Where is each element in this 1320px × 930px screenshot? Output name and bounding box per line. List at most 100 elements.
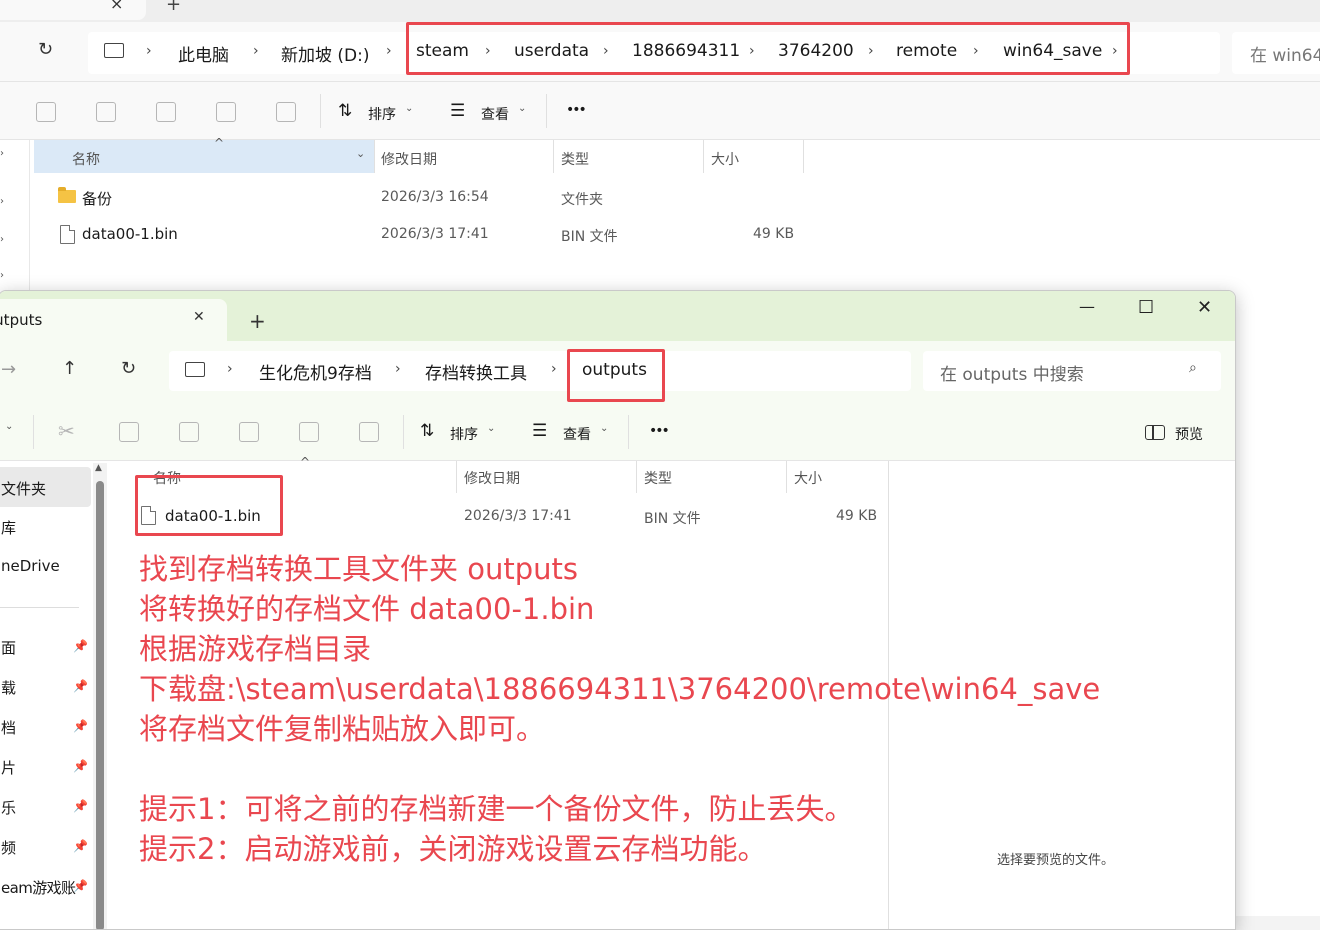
breadcrumb-re9-saves[interactable]: 生化危机9存档: [259, 359, 372, 384]
front-tab-outputs[interactable]: outputs ✕: [0, 299, 227, 341]
share-icon[interactable]: [216, 102, 236, 122]
file-row-backup-folder[interactable]: 备份 2026/3/3 16:54 文件夹: [34, 180, 814, 214]
sort-icon: ⇅: [338, 101, 353, 121]
sort-button[interactable]: ⇅ 排序 ⌄: [420, 420, 510, 444]
sidebar-item-desktop[interactable]: 面 📌: [0, 629, 91, 665]
expand-arrow-icon[interactable]: ›: [0, 270, 4, 281]
sidebar-item-downloads[interactable]: 载 📌: [0, 669, 91, 705]
expand-arrow-icon[interactable]: ›: [0, 234, 4, 245]
paste-icon[interactable]: [96, 102, 116, 122]
sidebar-item-videos[interactable]: 频 📌: [0, 829, 91, 865]
size-column-header[interactable]: 大小: [794, 468, 822, 488]
sidebar-divider: [0, 607, 79, 608]
sidebar-item-library[interactable]: 库: [0, 509, 91, 545]
sidebar-item-music[interactable]: 乐 📌: [0, 789, 91, 825]
preview-pane-button[interactable]: 预览: [1145, 420, 1215, 444]
breadcrumb-converter-tool[interactable]: 存档转换工具: [425, 359, 527, 384]
sort-label: 排序: [368, 107, 396, 123]
refresh-icon[interactable]: ↻: [121, 358, 136, 379]
view-label: 查看: [563, 427, 591, 443]
delete-icon[interactable]: [276, 102, 296, 122]
sort-ascending-icon: ^: [300, 455, 311, 469]
new-tab-icon[interactable]: +: [249, 309, 266, 333]
scroll-up-icon[interactable]: ▲: [95, 463, 102, 473]
sort-button[interactable]: ⇅ 排序 ⌄: [338, 100, 428, 124]
up-icon[interactable]: ↑: [62, 358, 77, 379]
preview-label: 预览: [1175, 427, 1203, 443]
refresh-icon[interactable]: ↻: [38, 39, 53, 60]
chevron-right-icon: ›: [395, 361, 401, 377]
file-icon: [60, 225, 75, 244]
column-divider: [553, 140, 554, 173]
cut-icon[interactable]: ✂: [58, 419, 75, 443]
copy-icon[interactable]: [36, 102, 56, 122]
sidebar-item-label: 档: [1, 719, 17, 737]
copy-icon[interactable]: [119, 422, 139, 442]
sidebar-item-documents[interactable]: 档 📌: [0, 709, 91, 745]
rename-icon[interactable]: [156, 102, 176, 122]
instruction-line: 下载盘:\steam\userdata\1886694311\3764200\r…: [139, 672, 1101, 706]
breadcrumb-this-pc[interactable]: 此电脑: [178, 41, 229, 66]
file-name: data00-1.bin: [82, 225, 178, 243]
front-address-bar[interactable]: › 生化危机9存档 › 存档转换工具 › outputs: [169, 351, 911, 391]
chevron-down-icon[interactable]: ⌄: [5, 421, 13, 432]
maximize-icon[interactable]: ☐: [1138, 297, 1154, 318]
sidebar-item-label: 面: [1, 639, 17, 657]
chevron-down-icon[interactable]: ⌄: [356, 147, 365, 160]
view-button[interactable]: ☰ 查看 ⌄: [450, 100, 540, 124]
instruction-line: 找到存档转换工具文件夹 outputs: [139, 552, 578, 586]
scrollbar-thumb[interactable]: [96, 481, 104, 929]
view-icon: ☰: [532, 421, 548, 441]
computer-icon: [104, 43, 124, 58]
share-icon[interactable]: [299, 422, 319, 442]
back-search-box[interactable]: 在 win64: [1232, 32, 1320, 74]
minimize-icon[interactable]: —: [1079, 297, 1095, 316]
sidebar-item-steam-account[interactable]: eam游戏账 📌: [0, 869, 91, 905]
expand-arrow-icon[interactable]: ›: [0, 148, 4, 159]
breadcrumb-drive-d[interactable]: 新加坡 (D:): [281, 41, 370, 66]
back-tab-close-icon[interactable]: ×: [110, 0, 123, 13]
size-column-header[interactable]: 大小: [711, 149, 739, 169]
forward-icon[interactable]: →: [1, 359, 16, 380]
sort-ascending-icon: ^: [214, 136, 225, 150]
toolbar-divider: [33, 415, 34, 449]
modified-column-header[interactable]: 修改日期: [381, 149, 437, 169]
navigation-pane: 文件夹 库 neDrive 面 📌 载 📌 档 📌 片 📌 乐 📌 频 📌 ea…: [0, 461, 91, 929]
paste-icon[interactable]: [179, 422, 199, 442]
front-explorer-window: outputs ✕ + — ☐ ✕ → ↑ ↻ › 生化危机9存档 › 存档转换…: [0, 290, 1236, 930]
tab-close-icon[interactable]: ✕: [193, 309, 205, 325]
file-highlight-box: [135, 475, 283, 536]
instruction-spacer: [139, 749, 1119, 789]
view-button[interactable]: ☰ 查看 ⌄: [532, 420, 622, 444]
search-icon[interactable]: ⌕: [1189, 360, 1197, 376]
instruction-line: 根据游戏存档目录: [139, 632, 372, 666]
navigation-scrollbar[interactable]: ▲: [93, 463, 107, 929]
sidebar-item-label: 乐: [1, 799, 17, 817]
file-row-data-bin[interactable]: data00-1.bin 2026/3/3 17:41 BIN 文件 49 KB: [34, 217, 814, 251]
back-tab-strip: × +: [0, 0, 1320, 22]
more-options-icon[interactable]: •••: [649, 423, 670, 439]
back-new-tab-icon[interactable]: +: [166, 0, 181, 15]
sidebar-item-label: 载: [1, 679, 17, 697]
name-column-header[interactable]: 名称 ^ ⌄: [34, 136, 374, 173]
pin-icon: 📌: [73, 839, 88, 853]
preview-pane-icon: [1145, 425, 1165, 440]
sidebar-item-folders[interactable]: 文件夹: [0, 467, 91, 507]
delete-icon[interactable]: [359, 422, 379, 442]
close-icon[interactable]: ✕: [1197, 297, 1212, 318]
pin-icon: 📌: [73, 719, 88, 733]
back-tab[interactable]: [0, 0, 146, 20]
type-column-header[interactable]: 类型: [561, 149, 589, 169]
sidebar-item-label: eam游戏账: [1, 879, 76, 897]
modified-column-header[interactable]: 修改日期: [464, 468, 520, 488]
front-command-bar: ⌄ ✂ ⇅ 排序 ⌄ ☰ 查看 ⌄ ••• 预览: [0, 403, 1235, 461]
sidebar-item-pictures[interactable]: 片 📌: [0, 749, 91, 785]
chevron-down-icon: ⌄: [518, 103, 527, 114]
more-options-icon[interactable]: •••: [566, 102, 587, 118]
expand-arrow-icon[interactable]: ›: [0, 196, 4, 207]
sidebar-item-onedrive[interactable]: neDrive: [0, 549, 91, 585]
rename-icon[interactable]: [239, 422, 259, 442]
type-column-header[interactable]: 类型: [644, 468, 672, 488]
front-search-placeholder: 在 outputs 中搜索: [940, 365, 1084, 385]
front-search-box[interactable]: 在 outputs 中搜索 ⌕: [923, 351, 1221, 391]
